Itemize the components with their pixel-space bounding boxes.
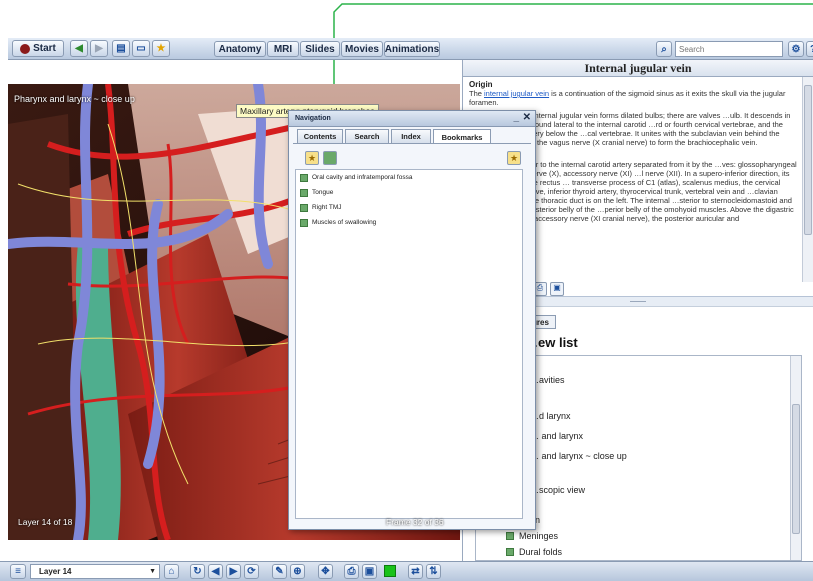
help-icon[interactable]: ? (806, 41, 813, 57)
start-logo-icon (20, 43, 31, 54)
layer-select[interactable]: Layer 14 ▼ (30, 564, 160, 579)
splitter-grip (630, 301, 646, 302)
bookmark-favorite-icon[interactable]: ★ (507, 151, 521, 165)
folder-icon[interactable]: ▤ (112, 40, 130, 57)
save-icon[interactable]: ▣ (550, 282, 564, 296)
internal-jugular-vein-link[interactable]: internal jugular vein (484, 89, 549, 98)
tree-item[interactable]: …d larynx (530, 406, 571, 426)
bookmark-item[interactable]: Oral cavity and infratemporal fossa (296, 170, 522, 185)
close-icon[interactable]: ✕ (523, 112, 531, 123)
navigation-title: Navigation (289, 111, 535, 127)
origin-heading: Origin (469, 80, 493, 89)
back-icon[interactable]: ◀ (70, 40, 88, 57)
tab-anatomy[interactable]: Anatomy (214, 41, 266, 57)
levels-icon[interactable]: ⇅ (426, 564, 441, 579)
info-actions: ⎙ ▣ (533, 282, 564, 296)
structure-icon (506, 532, 514, 540)
step-forward-icon[interactable]: ▶ (226, 564, 241, 579)
zoom-icon[interactable]: ⊕ (290, 564, 305, 579)
add-bookmark-icon[interactable]: ★ (305, 151, 319, 165)
tab-animations[interactable]: Animations (384, 41, 440, 57)
swap-icon[interactable]: ⇄ (408, 564, 423, 579)
layers-icon[interactable]: ≡ (10, 564, 26, 579)
refresh-icon[interactable]: ⟳ (244, 564, 259, 579)
tab-strip-line (293, 143, 531, 144)
tab-index[interactable]: Index (391, 129, 431, 143)
viewer-title: Pharynx and larynx ~ close up (14, 94, 135, 104)
info-scrollbar-thumb[interactable] (804, 85, 812, 235)
start-button[interactable]: Start (12, 40, 64, 57)
step-back-icon[interactable]: ◀ (208, 564, 223, 579)
tab-mri[interactable]: MRI (267, 41, 299, 57)
bookmark-list: Oral cavity and infratemporal fossa Tong… (295, 169, 523, 519)
bottom-toolbar: ≡ Layer 14 ▼ ⌂ ↻ ◀ ▶ ⟳ ✎ ⊕ ✥ ⎙ ▣ ⇄ ⇅ (0, 561, 813, 581)
tree-item[interactable]: … and larynx ~ close up (530, 446, 627, 466)
main-toolbar: Start ◀ ▶ ▤ ▭ ★ Anatomy MRI Slides Movie… (8, 38, 813, 60)
pan-icon[interactable]: ✥ (318, 564, 333, 579)
window-icon[interactable]: ▭ (132, 40, 150, 57)
bookmark-icon (300, 203, 308, 212)
tree-item-dural-folds[interactable]: Dural folds (506, 542, 562, 562)
search-input[interactable] (675, 41, 783, 57)
tab-bookmarks[interactable]: Bookmarks (433, 129, 491, 144)
bookmark-icon (300, 173, 308, 182)
minimize-icon[interactable]: _ (513, 112, 519, 123)
tree-scrollbar-thumb[interactable] (792, 404, 800, 534)
tree-scrollbar[interactable] (790, 356, 801, 560)
start-label: Start (33, 43, 56, 54)
print-icon[interactable]: ⎙ (344, 564, 359, 579)
rotate-icon[interactable]: ↻ (190, 564, 205, 579)
layer-indicator: Layer 14 of 18 (18, 517, 73, 527)
bookmark-item[interactable]: Tongue (296, 185, 522, 200)
search-icon[interactable]: ⌕ (656, 41, 672, 57)
app-window: Start ◀ ▶ ▤ ▭ ★ Anatomy MRI Slides Movie… (0, 0, 813, 581)
structure-icon (506, 548, 514, 556)
frame-indicator: Frame 32 of 36 (386, 517, 444, 527)
forward-icon[interactable]: ▶ (90, 40, 108, 57)
tab-contents[interactable]: Contents (297, 129, 343, 143)
info-title: Internal jugular vein (463, 60, 813, 77)
home-icon[interactable]: ⌂ (164, 564, 179, 579)
tree-item[interactable]: …scopic view (530, 480, 585, 500)
bookmark-item[interactable]: Right TMJ (296, 200, 522, 215)
star-icon[interactable]: ★ (152, 40, 170, 57)
active-status-indicator (384, 565, 396, 577)
origin-pre: The (469, 89, 485, 98)
tab-slides[interactable]: Slides (300, 41, 340, 57)
tree-item[interactable]: … and larynx (530, 426, 583, 446)
pin-icon[interactable]: ✎ (272, 564, 287, 579)
tab-movies[interactable]: Movies (341, 41, 383, 57)
remove-bookmark-icon[interactable] (323, 151, 337, 165)
settings-icon[interactable]: ⚙ (788, 41, 804, 57)
tab-search[interactable]: Search (345, 129, 389, 143)
layer-select-value: Layer 14 (39, 567, 72, 576)
chevron-down-icon: ▼ (149, 568, 156, 575)
bookmark-item[interactable]: Muscles of swallowing (296, 215, 522, 230)
navigation-dialog: Navigation _ ✕ Contents Search Index Boo… (288, 110, 536, 530)
bookmark-icon (300, 218, 308, 227)
origin-text: The internal jugular vein is a continuat… (469, 89, 799, 107)
bookmark-icon (300, 188, 308, 197)
save-icon[interactable]: ▣ (362, 564, 377, 579)
info-scrollbar[interactable] (802, 77, 813, 282)
